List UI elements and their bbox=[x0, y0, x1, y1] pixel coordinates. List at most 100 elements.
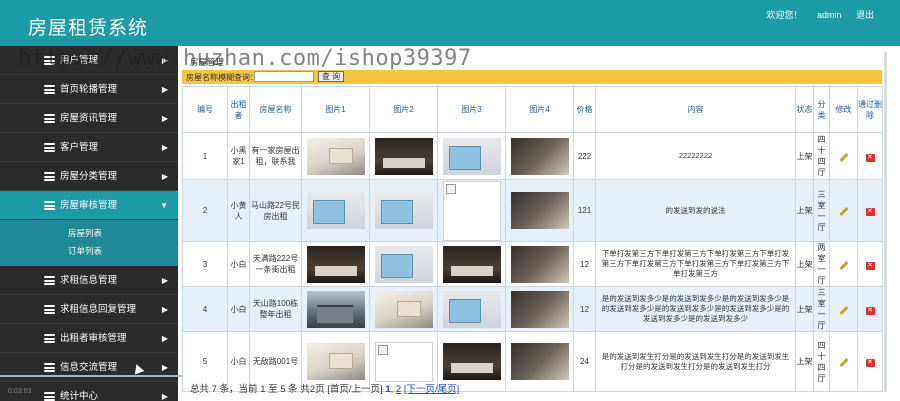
cell-id: 4 bbox=[182, 286, 228, 332]
column-header: 图片1 bbox=[301, 86, 370, 133]
cell-content: 22222222 bbox=[595, 132, 796, 180]
submenu-item-order-list[interactable]: 订单列表 bbox=[0, 242, 178, 260]
cell-status: 上架 bbox=[795, 241, 814, 287]
house-photo[interactable] bbox=[510, 343, 569, 380]
cell-category: 三室一厅 bbox=[813, 286, 830, 332]
house-photo[interactable] bbox=[442, 245, 501, 283]
house-photo[interactable] bbox=[442, 137, 501, 175]
cell-image-3 bbox=[437, 132, 506, 180]
sidebar-item-landlord-review[interactable]: 出租者审核管理 ▶ bbox=[0, 324, 178, 353]
user-link[interactable]: admin bbox=[817, 10, 842, 20]
column-header: 分类 bbox=[813, 86, 830, 133]
broken-image-icon[interactable] bbox=[374, 341, 433, 382]
house-photo[interactable] bbox=[306, 192, 365, 229]
cell-image-2 bbox=[369, 286, 438, 332]
column-header: 通过删除 bbox=[857, 86, 883, 133]
house-photo[interactable] bbox=[510, 290, 569, 328]
table-row: 2 小黄人 马山路22号民房出租 121 的发送到发的说法 上架 三室一厅 ✕ bbox=[182, 179, 883, 242]
cell-image-4 bbox=[505, 286, 574, 332]
cell-edit bbox=[829, 179, 858, 242]
chevron-right-icon: ▶ bbox=[161, 276, 168, 285]
cell-status: 上架 bbox=[795, 132, 814, 180]
column-header: 状态 bbox=[795, 86, 814, 133]
pagination-page-2[interactable]: 2 bbox=[396, 384, 401, 395]
pencil-icon[interactable] bbox=[838, 305, 849, 315]
house-photo[interactable] bbox=[374, 290, 433, 328]
sidebar-item-news[interactable]: 房屋资讯管理 ▶ bbox=[0, 104, 178, 133]
cell-id: 1 bbox=[182, 132, 228, 180]
cell-content: 是的发送到发生打分是的发送到发生打分是的发送到发生打分是的发送到发生打分是的发送… bbox=[595, 331, 796, 392]
sidebar-item-label: 房屋分类管理 bbox=[60, 171, 118, 182]
cell-image-4 bbox=[505, 241, 574, 287]
delete-icon[interactable]: ✕ bbox=[865, 208, 875, 216]
delete-icon[interactable]: ✕ bbox=[865, 306, 875, 315]
chevron-down-icon: ▼ bbox=[160, 201, 168, 210]
cell-price: 222 bbox=[573, 132, 596, 180]
delete-icon[interactable]: ✕ bbox=[865, 359, 875, 367]
house-photo[interactable] bbox=[306, 245, 365, 283]
sidebar-item-rent-requests[interactable]: 求租信息管理 ▶ bbox=[0, 266, 178, 295]
cell-edit bbox=[829, 286, 858, 332]
search-button[interactable]: 查 询 bbox=[318, 71, 344, 82]
submenu-item-house-list[interactable]: 房屋列表 bbox=[0, 224, 178, 242]
column-header: 图片2 bbox=[369, 86, 438, 133]
sidebar-item-categories[interactable]: 房屋分类管理 ▶ bbox=[0, 162, 178, 191]
house-photo[interactable] bbox=[510, 245, 569, 283]
house-photo[interactable] bbox=[442, 290, 501, 328]
table-row: 3 小白 天满路222号一条街出租 12 下单打发第三方下单打发第三方下单打发第… bbox=[182, 241, 883, 287]
cell-name: 马山路22号民房出租 bbox=[249, 179, 302, 242]
cell-name: 天山路100栋整年出租 bbox=[249, 286, 302, 332]
sidebar-item-label: 客户管理 bbox=[60, 142, 99, 153]
sidebar-item-rent-replies[interactable]: 求租信息回复管理 ▶ bbox=[0, 295, 178, 324]
house-photo[interactable] bbox=[510, 192, 569, 229]
welcome-text: 欢迎您！ bbox=[766, 10, 803, 20]
sidebar-item-messages[interactable]: 信息交流管理 ▶ bbox=[0, 353, 178, 382]
cell-delete: ✕ bbox=[857, 286, 883, 332]
cell-delete: ✕ bbox=[857, 179, 883, 242]
sidebar-item-label: 求租信息回复管理 bbox=[60, 304, 137, 315]
cell-status: 上架 bbox=[795, 286, 814, 332]
cell-price: 12 bbox=[573, 241, 596, 287]
search-label: 房屋名称模糊查询： bbox=[186, 73, 258, 82]
vertical-scrollbar[interactable] bbox=[884, 52, 887, 392]
cell-price: 121 bbox=[573, 179, 596, 242]
cell-price: 24 bbox=[573, 331, 596, 392]
house-photo[interactable] bbox=[306, 137, 365, 175]
pagination: 总共 7 条，当前 1 至 5 条 共2页 [首页/上一页] 1, 2 [下一页… bbox=[190, 384, 460, 395]
cell-name: 有一家房屋出租，联系我 bbox=[249, 132, 302, 180]
pagination-summary: 总共 7 条，当前 1 至 5 条 共2页 bbox=[190, 384, 325, 395]
cell-renter: 小黄人 bbox=[227, 179, 250, 242]
sidebar-item-carousel[interactable]: 首页轮播管理 ▶ bbox=[0, 75, 178, 104]
pencil-icon[interactable] bbox=[838, 357, 849, 368]
house-photo[interactable] bbox=[374, 245, 433, 283]
pencil-icon[interactable] bbox=[838, 206, 849, 217]
pencil-icon[interactable] bbox=[838, 152, 849, 162]
chevron-right-icon: ▶ bbox=[161, 363, 168, 372]
sidebar-item-label: 房屋审核管理 bbox=[60, 200, 118, 211]
house-photo[interactable] bbox=[510, 137, 569, 175]
broken-image-icon[interactable] bbox=[442, 180, 501, 241]
delete-icon[interactable]: ✕ bbox=[865, 153, 875, 162]
search-input[interactable] bbox=[254, 71, 314, 82]
pagination-first-prev[interactable]: [首页/上一页] bbox=[327, 384, 382, 395]
cell-edit bbox=[829, 132, 858, 180]
house-photo[interactable] bbox=[442, 343, 501, 380]
house-photo[interactable] bbox=[306, 343, 365, 380]
cell-image-1 bbox=[301, 286, 370, 332]
playback-time: 0:03:03 bbox=[8, 388, 32, 395]
sidebar-item-house-review[interactable]: 房屋审核管理 ▼ bbox=[0, 191, 178, 220]
logout-link[interactable]: 退出 bbox=[856, 10, 874, 20]
cell-category: 四十四厅 bbox=[813, 331, 830, 392]
sidebar-item-customers[interactable]: 客户管理 ▶ bbox=[0, 133, 178, 162]
house-photo[interactable] bbox=[374, 137, 433, 175]
pencil-icon[interactable] bbox=[838, 260, 849, 270]
stack-icon bbox=[44, 334, 55, 343]
column-header: 编号 bbox=[182, 86, 228, 133]
sidebar-item-label: 统计中心 bbox=[60, 391, 99, 401]
house-photo[interactable] bbox=[306, 290, 365, 328]
cell-category: 三室一厅 bbox=[813, 179, 830, 242]
cell-status: 上架 bbox=[795, 331, 814, 392]
pagination-next-last[interactable]: [下一页/尾页] bbox=[404, 384, 459, 395]
house-photo[interactable] bbox=[374, 192, 433, 229]
delete-icon[interactable]: ✕ bbox=[865, 261, 875, 270]
